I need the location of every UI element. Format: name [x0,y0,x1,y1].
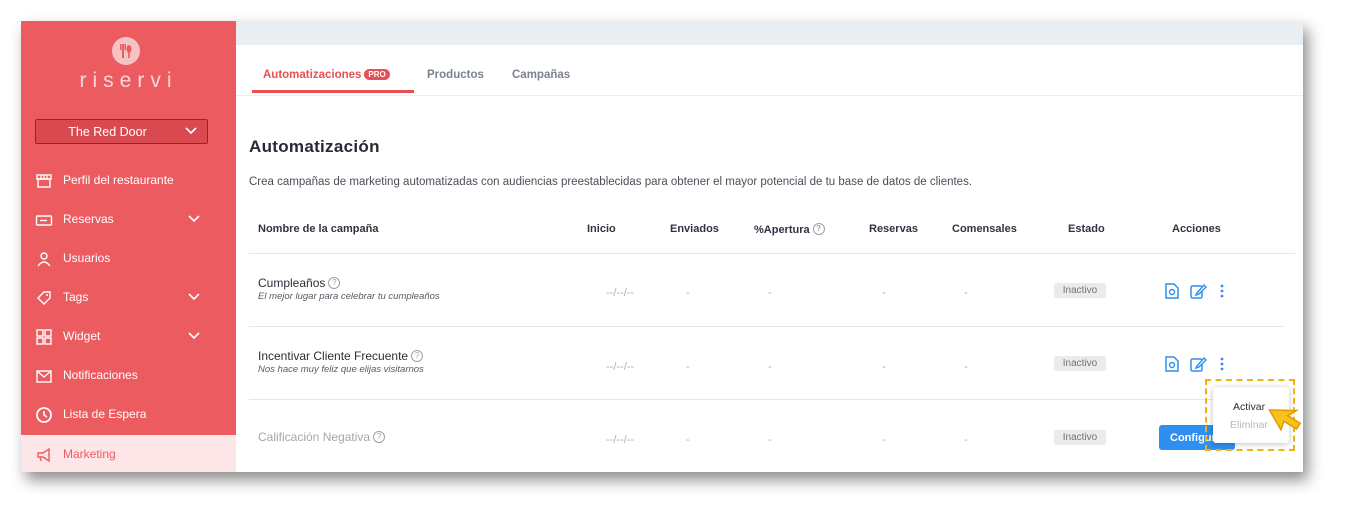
sidebar-item-notificaciones[interactable]: Notificaciones [21,356,236,395]
cell-comensales: - [964,361,968,373]
cell-enviados: - [686,434,690,446]
storefront-icon [36,174,52,188]
ticket-icon [35,215,53,226]
sidebar-item-label: Perfil del restaurante [63,173,174,187]
header-apertura-label: %Apertura [754,224,810,236]
campaign-name-label: Calificación Negativa [258,430,371,444]
more-options-icon[interactable] [1213,355,1231,373]
active-tab-indicator [252,90,414,93]
help-icon[interactable]: ? [812,223,825,235]
divider [249,326,1284,327]
help-icon[interactable]: ? [328,277,341,289]
status-badge: Inactivo [1054,283,1106,298]
cell-comensales: - [964,434,968,446]
sidebar-item-perfil[interactable]: Perfil del restaurante [21,161,236,200]
cell-inicio: --/--/-- [606,361,635,373]
chevron-down-icon [188,215,200,223]
tab-label: Automatizaciones [263,69,362,81]
sidebar-item-usuarios[interactable]: Usuarios [21,239,236,278]
preview-icon[interactable] [1163,282,1181,300]
sidebar-item-widget[interactable]: Widget [21,317,236,356]
edit-icon[interactable] [1189,355,1207,373]
tab-bar: Automatizaciones PRO Productos Campañas [236,45,1303,96]
header-comensales: Comensales [952,223,1017,235]
sidebar-item-tags[interactable]: Tags [21,278,236,317]
campaign-name[interactable]: Incentivar Cliente Frecuente? [258,349,424,363]
cell-reservas: - [882,361,886,373]
logo-text: riservi [79,69,178,92]
megaphone-icon [37,447,50,463]
sidebar-item-label: Lista de Espera [63,407,147,421]
campaign-name[interactable]: Calificación Negativa? [258,430,386,444]
sidebar-item-label: Marketing [63,447,116,461]
sidebar-item-marketing[interactable]: Marketing [21,435,236,472]
chevron-down-icon [188,332,200,340]
cell-inicio: --/--/-- [606,434,635,446]
sidebar-item-label: Tags [63,290,89,304]
restaurant-select[interactable]: The Red Door [35,119,208,144]
cell-comensales: - [964,287,968,299]
mail-icon [36,370,52,383]
divider [249,399,1284,400]
sidebar-item-label: Usuarios [63,251,111,265]
cell-apertura: - [768,434,772,446]
preview-icon[interactable] [1163,355,1181,373]
help-icon[interactable]: ? [373,431,386,443]
chevron-down-icon [185,127,197,135]
header-acciones: Acciones [1172,223,1221,235]
sidebar-item-label: Reservas [63,212,114,226]
top-bar [236,21,1303,45]
widget-icon [36,329,52,345]
clock-icon [36,407,52,423]
sidebar-item-label: Notificaciones [63,368,138,382]
campaign-name-label: Incentivar Cliente Frecuente [258,349,409,363]
help-icon[interactable]: ? [411,350,424,362]
cell-enviados: - [686,361,690,373]
cell-reservas: - [882,434,886,446]
header-estado: Estado [1068,223,1105,235]
campaign-subtitle: El mejor lugar para celebrar tu cumpleañ… [258,291,440,302]
tab-productos[interactable]: Productos [427,69,484,81]
app-window: riservi The Red Door Perfil del restaura… [21,21,1303,472]
campaign-name-label: Cumpleaños [258,276,326,290]
campaign-subtitle: Nos hace muy feliz que elijas visitarnos [258,364,424,375]
user-icon [37,252,51,267]
header-nombre: Nombre de la campaña [258,223,379,235]
header-reservas: Reservas [869,223,918,235]
status-badge: Inactivo [1054,356,1106,371]
restaurant-name: The Red Door [68,125,147,139]
page-title: Automatización [249,137,380,156]
header-enviados: Enviados [670,223,719,235]
header-apertura: %Apertura? [754,223,825,236]
tab-automatizaciones[interactable]: Automatizaciones PRO [263,69,390,81]
pointer-cursor-icon [1268,409,1302,432]
edit-icon[interactable] [1189,282,1207,300]
page-description: Crea campañas de marketing automatizadas… [249,176,973,188]
header-inicio: Inicio [587,223,616,235]
pro-badge: PRO [364,69,390,80]
cell-inicio: --/--/-- [606,287,635,299]
more-options-icon[interactable] [1213,282,1231,300]
sidebar-item-reservas[interactable]: Reservas [21,200,236,239]
tag-icon [37,291,51,305]
sidebar-item-label: Widget [63,329,101,343]
sidebar-item-lista-espera[interactable]: Lista de Espera [21,395,236,434]
divider [249,253,1295,254]
cell-reservas: - [882,287,886,299]
tab-campanas[interactable]: Campañas [512,69,570,81]
logo-icon [112,37,140,65]
cell-enviados: - [686,287,690,299]
chevron-down-icon [188,293,200,301]
campaign-name[interactable]: Cumpleaños? [258,276,341,290]
cell-apertura: - [768,287,772,299]
sidebar: riservi The Red Door Perfil del restaura… [21,21,236,472]
cell-apertura: - [768,361,772,373]
status-badge: Inactivo [1054,430,1106,445]
